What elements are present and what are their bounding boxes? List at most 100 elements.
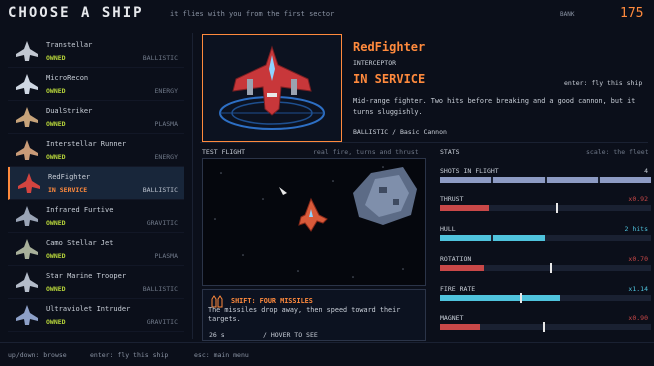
ship-status: OWNED (46, 54, 66, 62)
stat-bar (440, 263, 651, 273)
ability-card[interactable]: SHIFT: FOUR MISSILES The missiles drop a… (202, 289, 426, 341)
stat-fleet-marker (556, 203, 559, 213)
stat-name: MAGNET (440, 314, 464, 322)
ship-name: Ultraviolet Intruder (46, 305, 131, 313)
stat-value: x0.90 (628, 314, 648, 322)
ship-row[interactable]: Interstellar Runner OWNED ENERGY (8, 134, 184, 167)
ship-name: Star Marine Trooper (46, 272, 127, 280)
ship-icon (16, 206, 38, 226)
ship-status: IN SERVICE (48, 186, 88, 194)
stat-fill (440, 205, 489, 211)
ship-row[interactable]: Infrared Furtive OWNED GRAVITIC (8, 200, 184, 233)
test-flight-note: real fire, turns and thrust (313, 148, 419, 156)
ship-icon (16, 272, 38, 292)
ship-status: OWNED (46, 219, 66, 227)
ship-weapon-type: GRAVITIC (146, 219, 178, 227)
stat-bar (440, 177, 651, 183)
fly-hint: enter: fly this ship (564, 79, 643, 87)
ability-cooldown: 26 s (209, 331, 225, 339)
ship-icon (16, 74, 38, 94)
ship-icon (16, 140, 38, 160)
footer: up/down: browse enter: fly this ship esc… (0, 342, 654, 366)
ship-row[interactable]: Ultraviolet Intruder OWNED GRAVITIC (8, 299, 184, 332)
header: CHOOSE A SHIP it flies with you from the… (0, 0, 654, 32)
stat-bar (440, 322, 651, 332)
ship-row-selected[interactable]: RedFighter IN SERVICE BALLISTIC (8, 167, 184, 200)
stat-bar (440, 235, 651, 241)
stat-value: 2 hits (624, 225, 648, 233)
ship-description: Mid-range fighter. Two hits before break… (353, 97, 636, 116)
test-flight-viewport[interactable] (202, 158, 426, 286)
ship-status: OWNED (46, 285, 66, 293)
ship-name: Transtellar (46, 41, 93, 49)
ship-status: OWNED (46, 153, 66, 161)
stat-fleet-marker (520, 293, 523, 303)
ship-icon (16, 239, 38, 259)
stat-bar (440, 203, 651, 213)
stat-rotation: ROTATION x0.70 (440, 255, 652, 285)
ship-icon (16, 107, 38, 127)
ship-name: RedFighter (48, 173, 91, 181)
stat-value: 4 (644, 167, 648, 175)
ship-name: Infrared Furtive (46, 206, 114, 214)
stat-fleet-marker (549, 263, 552, 273)
ship-weapon-type: ENERGY (154, 87, 178, 95)
ship-weapon-type: PLASMA (154, 120, 178, 128)
ship-row[interactable]: Transtellar OWNED BALLISTIC (8, 35, 184, 68)
ship-list: Transtellar OWNED BALLISTIC MicroRecon O… (8, 35, 184, 332)
ship-preview (202, 34, 342, 142)
ship-weapon-type: BALLISTIC (142, 285, 178, 293)
ship-weapon-type: GRAVITIC (146, 318, 178, 326)
stat-bar (440, 293, 651, 303)
stat-name: THRUST (440, 195, 464, 203)
stat-value: x1.14 (628, 285, 648, 293)
ship-name: MicroRecon (46, 74, 89, 82)
ship-row[interactable]: Camo Stellar Jet OWNED PLASMA (8, 233, 184, 266)
ship-name: DualStriker (46, 107, 93, 115)
footer-fly-hint: enter: fly this ship (90, 351, 169, 359)
ability-title: SHIFT: FOUR MISSILES (231, 297, 313, 305)
stat-segment (546, 177, 598, 183)
ship-class: INTERCEPTOR (353, 59, 397, 67)
ship-name: Interstellar Runner (46, 140, 127, 148)
stat-fill (440, 265, 485, 271)
test-flight-label: TEST FLIGHT (202, 148, 246, 156)
divider (200, 142, 648, 143)
stat-name: SHOTS IN FLIGHT (440, 167, 499, 175)
ship-weapon-type: PLASMA (154, 252, 178, 260)
stat-hull: HULL 2 hits (440, 225, 652, 255)
stat-fill (440, 295, 561, 301)
ship-status: OWNED (46, 120, 66, 128)
ship-icon (18, 173, 40, 193)
ship-row[interactable]: DualStriker OWNED PLASMA (8, 101, 184, 134)
ability-hover-hint: / HOVER TO SEE (263, 331, 318, 339)
page-title: CHOOSE A SHIP (8, 5, 144, 21)
stat-fire-rate: FIRE RATE x1.14 (440, 285, 652, 315)
stat-name: HULL (440, 225, 456, 233)
stat-name: FIRE RATE (440, 285, 476, 293)
ship-row[interactable]: MicroRecon OWNED ENERGY (8, 68, 184, 101)
stat-fleet-marker (543, 322, 546, 332)
stat-magnet: MAGNET x0.90 (440, 314, 652, 344)
stat-shots-in-flight: SHOTS IN FLIGHT 4 (440, 167, 652, 197)
stat-segment (599, 177, 651, 183)
asteroid (353, 167, 417, 225)
ship-service-status: IN SERVICE (353, 72, 426, 86)
stats-scale-note: scale: the fleet (586, 148, 649, 156)
test-flight-scene (214, 166, 417, 278)
stat-segment (493, 235, 545, 241)
divider (192, 33, 193, 339)
bank-label: BANK (560, 11, 575, 18)
bank-value: 175 (620, 6, 644, 21)
ship-row[interactable]: Star Marine Trooper OWNED BALLISTIC (8, 266, 184, 299)
footer-menu-hint: esc: main menu (194, 351, 249, 359)
stat-thrust: THRUST x0.92 (440, 195, 652, 225)
tagline: it flies with you from the first sector (170, 10, 335, 18)
ship-title: RedFighter (353, 40, 426, 54)
stat-segment (440, 235, 492, 241)
ability-description: The missiles drop away, then speed towar… (208, 306, 401, 323)
ship-weapon-type: ENERGY (154, 153, 178, 161)
ship-status: OWNED (46, 252, 66, 260)
stats-label: STATS (440, 148, 460, 156)
ship-weapon-type: BALLISTIC (142, 54, 178, 62)
